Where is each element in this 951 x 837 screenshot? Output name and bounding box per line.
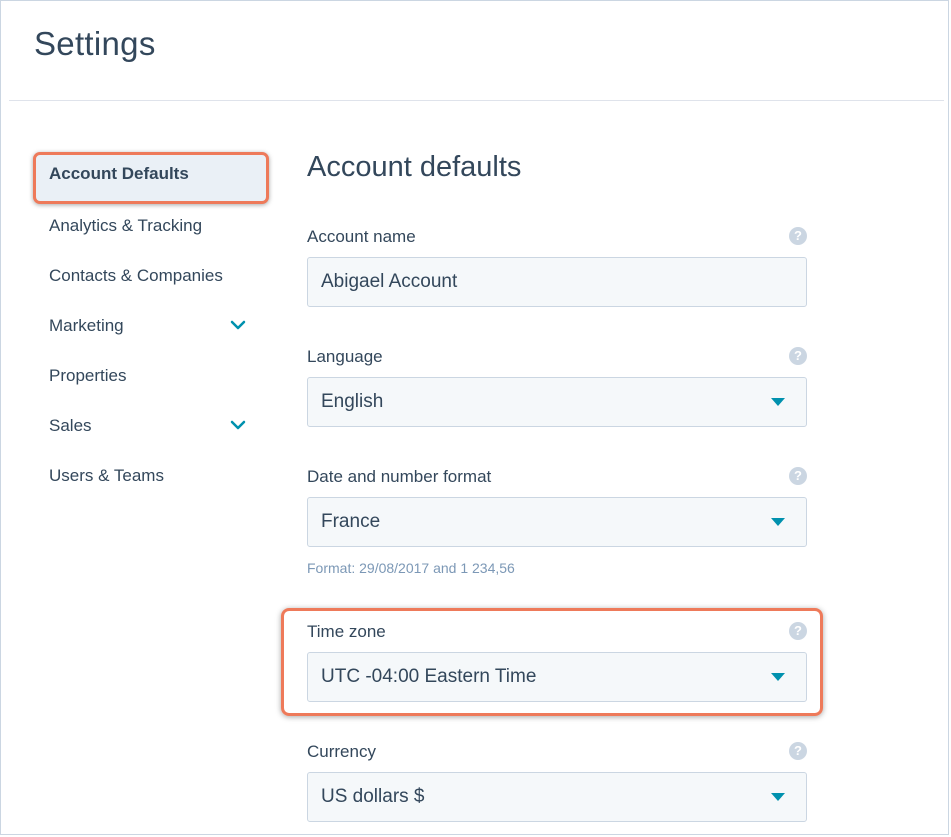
page-title: Settings — [34, 25, 156, 62]
account-name-label: Account name — [307, 227, 416, 246]
sidebar-item-label: Properties — [49, 366, 127, 385]
chevron-down-icon[interactable] — [230, 414, 246, 438]
caret-down-icon — [771, 673, 785, 681]
help-icon[interactable]: ? — [789, 622, 807, 640]
help-icon[interactable]: ? — [789, 227, 807, 245]
sidebar-item-contacts-companies[interactable]: Contacts & Companies — [49, 264, 249, 288]
sidebar-item-users-teams[interactable]: Users & Teams — [49, 464, 249, 488]
caret-down-icon — [771, 398, 785, 406]
sidebar-item-analytics-tracking[interactable]: Analytics & Tracking — [49, 214, 249, 238]
settings-window: Settings Account Defaults Analytics & Tr… — [0, 0, 949, 835]
chevron-down-icon[interactable] — [230, 314, 246, 338]
caret-down-icon — [771, 793, 785, 801]
date-format-value: France — [321, 511, 381, 532]
language-select[interactable]: English — [307, 377, 807, 427]
account-name-input[interactable]: Abigael Account — [307, 257, 807, 307]
section-title: Account defaults — [307, 151, 522, 183]
sidebar-item-label: Marketing — [49, 316, 124, 335]
language-value: English — [321, 391, 384, 412]
sidebar-item-marketing[interactable]: Marketing — [49, 314, 249, 338]
date-format-hint: Format: 29/08/2017 and 1 234,56 — [307, 560, 515, 576]
time-zone-label: Time zone — [307, 622, 386, 641]
caret-down-icon — [771, 518, 785, 526]
sidebar-item-account-defaults[interactable]: Account Defaults — [33, 152, 269, 204]
help-icon[interactable]: ? — [789, 347, 807, 365]
sidebar-item-label: Sales — [49, 416, 92, 435]
account-name-value: Abigael Account — [321, 271, 458, 292]
help-icon[interactable]: ? — [789, 467, 807, 485]
sidebar-item-sales[interactable]: Sales — [49, 414, 249, 438]
date-format-select[interactable]: France — [307, 497, 807, 547]
currency-value: US dollars $ — [321, 786, 425, 807]
sidebar-item-label: Contacts & Companies — [49, 266, 223, 285]
sidebar-item-label: Users & Teams — [49, 466, 164, 485]
header-divider — [9, 100, 944, 101]
time-zone-value: UTC -04:00 Eastern Time — [321, 666, 537, 687]
help-icon[interactable]: ? — [789, 742, 807, 760]
time-zone-select[interactable]: UTC -04:00 Eastern Time — [307, 652, 807, 702]
language-label: Language — [307, 347, 383, 366]
currency-label: Currency — [307, 742, 376, 761]
sidebar-item-label: Analytics & Tracking — [49, 216, 203, 235]
currency-select[interactable]: US dollars $ — [307, 772, 807, 822]
sidebar-item-properties[interactable]: Properties — [49, 364, 249, 388]
date-format-label: Date and number format — [307, 467, 492, 486]
sidebar-item-label: Account Defaults — [49, 164, 189, 183]
